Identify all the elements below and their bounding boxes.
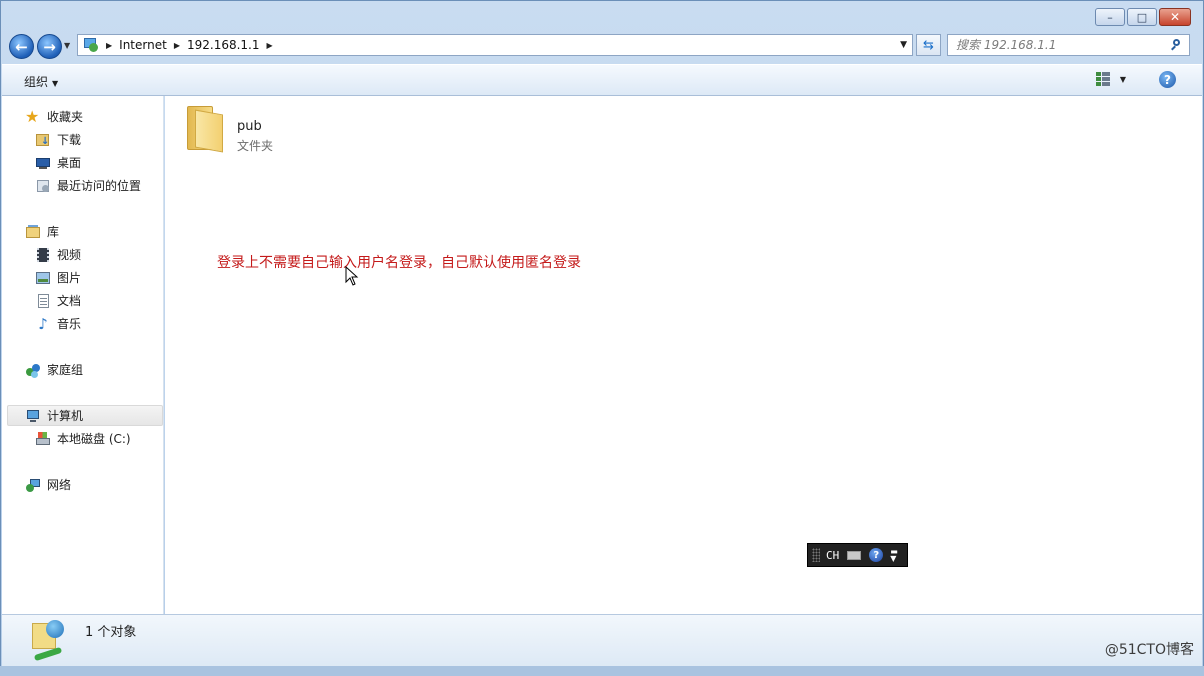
search-box[interactable]	[947, 34, 1190, 56]
homegroup-icon	[25, 362, 41, 378]
navigation-pane: ★ 收藏夹 ↓ 下载 桌面 最近访问的位置 库 视频 图片 文档 ♪ 音乐 家庭…	[2, 96, 164, 614]
nav-recent-places-label: 最近访问的位置	[57, 179, 142, 193]
nav-documents-label: 文档	[57, 294, 82, 308]
computer-icon	[25, 408, 41, 424]
change-view-button[interactable]: ▼	[1095, 72, 1126, 86]
breadcrumb-internet[interactable]: Internet	[119, 38, 167, 52]
input-language-indicator[interactable]: CH	[826, 549, 839, 562]
details-pane: 1 个对象 @51CTO博客	[2, 614, 1202, 667]
maximize-icon: □	[1136, 10, 1148, 24]
breadcrumb-separator-icon[interactable]: ▶	[174, 41, 180, 50]
folder-name: pub	[237, 119, 262, 134]
mouse-cursor-icon	[345, 266, 359, 286]
recent-pages-dropdown[interactable]: ▼	[64, 41, 70, 50]
keyboard-icon[interactable]	[847, 550, 862, 560]
address-bar[interactable]: ▶ Internet ▶ 192.168.1.1 ▶ ▼	[77, 34, 913, 56]
search-icon[interactable]	[1171, 39, 1183, 51]
star-icon: ★	[25, 106, 40, 126]
help-icon: ?	[1164, 72, 1171, 87]
language-bar[interactable]: CH ? ▬ ▼	[807, 543, 908, 567]
nav-videos-label: 视频	[57, 248, 82, 262]
annotation-text: 登录上不需要自己输入用户名登录，自己默认使用匿名登录	[217, 255, 581, 271]
nav-computer[interactable]: 计算机	[7, 405, 163, 426]
nav-downloads[interactable]: ↓ 下载	[35, 129, 81, 150]
search-input[interactable]	[956, 38, 1161, 52]
chevron-down-icon: ▼	[52, 79, 59, 88]
network-location-large-icon	[28, 619, 68, 663]
view-details-icon	[1095, 72, 1110, 86]
minimize-icon: –	[1107, 10, 1113, 24]
refresh-button[interactable]: ⇆	[916, 34, 941, 56]
help-icon[interactable]: ?	[869, 548, 884, 562]
nav-recent-places[interactable]: 最近访问的位置	[35, 175, 141, 196]
documents-icon	[35, 293, 51, 309]
video-icon	[35, 247, 51, 263]
network-icon	[25, 477, 41, 493]
arrow-right-icon: →	[43, 37, 56, 56]
nav-music[interactable]: ♪ 音乐	[35, 313, 81, 334]
nav-homegroup-label: 家庭组	[47, 363, 84, 377]
nav-pictures-label: 图片	[57, 271, 82, 285]
nav-pictures[interactable]: 图片	[35, 267, 81, 288]
chevron-down-icon: ▼	[64, 41, 71, 50]
nav-videos[interactable]: 视频	[35, 244, 81, 265]
nav-desktop[interactable]: 桌面	[35, 152, 81, 173]
pictures-icon	[35, 270, 51, 286]
nav-local-disk[interactable]: 本地磁盘 (C:)	[35, 428, 131, 449]
nav-network-label: 网络	[47, 478, 72, 492]
address-dropdown-icon[interactable]: ▼	[900, 40, 907, 50]
close-icon: ✕	[1169, 10, 1181, 24]
minimize-button[interactable]: –	[1095, 8, 1125, 26]
breadcrumb-separator-icon[interactable]: ▶	[106, 41, 112, 50]
grip-handle-icon[interactable]	[812, 548, 820, 562]
breadcrumb-host[interactable]: 192.168.1.1	[187, 38, 260, 52]
local-disk-icon	[35, 431, 51, 447]
organize-label: 组织	[24, 75, 49, 89]
nav-downloads-label: 下载	[57, 133, 82, 147]
chevron-down-icon: ▼	[1119, 74, 1126, 84]
content-pane: pub 文件夹 登录上不需要自己输入用户名登录，自己默认使用匿名登录	[165, 96, 1202, 614]
library-icon	[25, 224, 41, 240]
forward-button[interactable]: →	[37, 34, 62, 59]
caption-buttons: – □ ✕	[1095, 8, 1191, 26]
nav-network[interactable]: 网络	[25, 474, 71, 495]
watermark: @51CTO博客	[1104, 642, 1194, 658]
nav-computer-label: 计算机	[47, 409, 84, 423]
nav-desktop-label: 桌面	[57, 156, 82, 170]
folder-type: 文件夹	[237, 139, 274, 153]
organize-button[interactable]: 组织 ▼	[24, 73, 58, 90]
maximize-button[interactable]: □	[1127, 8, 1157, 26]
nav-libraries-label: 库	[47, 225, 60, 239]
command-bar: 组织 ▼ ▼ ?	[2, 64, 1202, 96]
nav-music-label: 音乐	[57, 317, 82, 331]
breadcrumb-separator-icon[interactable]: ▶	[267, 41, 273, 50]
refresh-icon: ⇆	[923, 37, 934, 53]
nav-favorites-label: 收藏夹	[47, 110, 84, 124]
music-icon: ♪	[38, 314, 48, 333]
explorer-window: – □ ✕ ← → ▼ ▶ Internet ▶ 192.168.1.1 ▶ ▼…	[0, 0, 1204, 676]
network-location-icon	[81, 37, 99, 53]
folder-icon	[185, 104, 225, 153]
close-button[interactable]: ✕	[1159, 8, 1191, 26]
taskbar-edge	[0, 666, 1204, 676]
nav-local-disk-label: 本地磁盘 (C:)	[57, 432, 131, 446]
options-icon[interactable]: ▬ ▼	[890, 548, 898, 563]
desktop-icon	[35, 155, 51, 171]
back-button[interactable]: ←	[9, 34, 34, 59]
nav-homegroup[interactable]: 家庭组	[25, 359, 83, 380]
download-folder-icon: ↓	[35, 132, 51, 148]
nav-documents[interactable]: 文档	[35, 290, 81, 311]
recent-places-icon	[35, 178, 51, 194]
help-button[interactable]: ?	[1159, 71, 1176, 88]
nav-favorites[interactable]: ★ 收藏夹	[25, 106, 83, 127]
nav-libraries[interactable]: 库	[25, 221, 59, 242]
folder-item[interactable]: pub 文件夹	[185, 104, 325, 156]
item-count: 1 个对象	[85, 625, 137, 640]
arrow-left-icon: ←	[15, 37, 28, 56]
